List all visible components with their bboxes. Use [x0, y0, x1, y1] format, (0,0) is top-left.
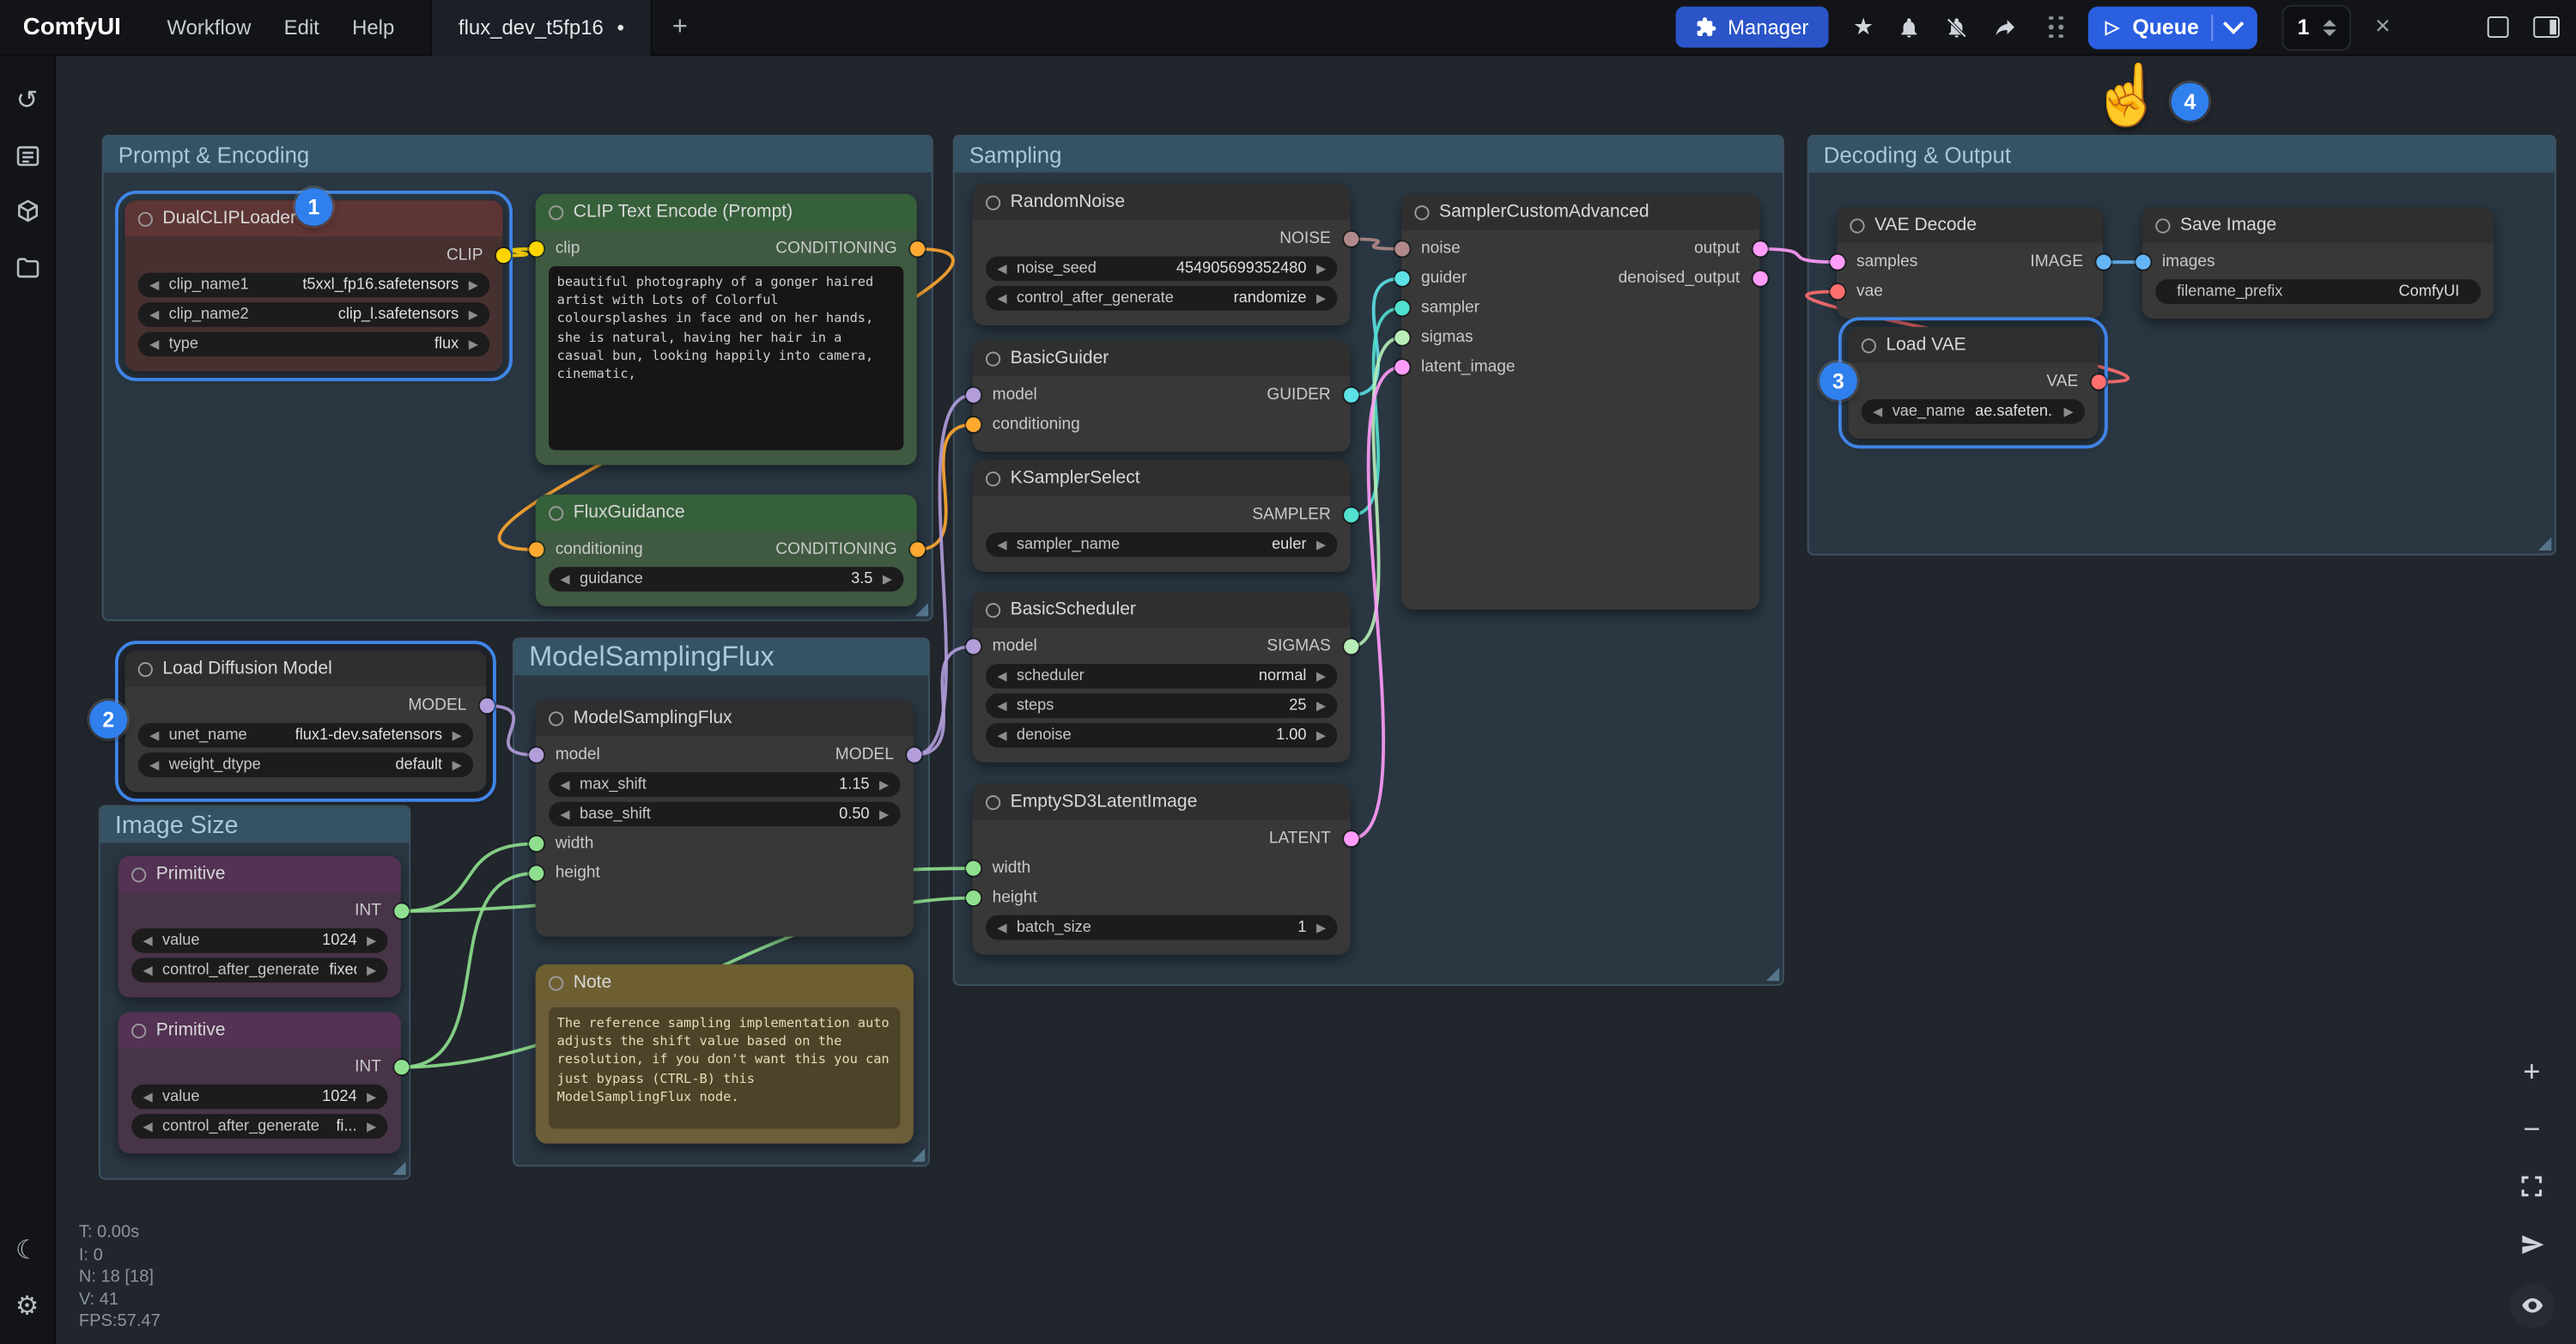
toggle-visibility-button[interactable]	[2510, 1283, 2555, 1328]
play-icon: ▷	[2105, 16, 2119, 38]
stat-nodes: N: 18 [18]	[79, 1267, 161, 1289]
stat-time: T: 0.00s	[79, 1222, 161, 1244]
workflow-tab[interactable]: flux_dev_t5fp16 ●	[430, 0, 653, 55]
bell-icon[interactable]	[1899, 15, 1922, 39]
bell-off-icon[interactable]	[1946, 15, 1969, 39]
star-icon[interactable]: ★	[1853, 13, 1874, 41]
annotation-layer: 1 2 3 4☝	[0, 0, 2576, 1344]
perf-stats: T: 0.00s I: 0 N: 18 [18] V: 41 FPS:57.47	[79, 1222, 161, 1333]
comfyui-app: Prompt & EncodingSamplingDecoding & Outp…	[0, 0, 2576, 1344]
puzzle-icon	[1695, 16, 1716, 38]
workflow-history-icon[interactable]: ↺	[0, 72, 55, 128]
top-menubar: ComfyUI Workflow Edit Help flux_dev_t5fp…	[0, 0, 2576, 56]
chevron-down-icon[interactable]	[2224, 14, 2245, 34]
paper-plane-icon	[2519, 1231, 2544, 1256]
stop-icon[interactable]	[2488, 16, 2509, 38]
step-badge-1: 1	[295, 188, 332, 226]
panel-toggle-icon[interactable]	[2533, 16, 2560, 38]
queue-count-value: 1	[2298, 15, 2310, 40]
queue-label: Queue	[2132, 15, 2198, 40]
model-library-icon[interactable]	[0, 184, 55, 240]
step-badge-2: 2	[89, 701, 127, 739]
left-sidebar: ↺ ☾ ⚙	[0, 56, 56, 1344]
menu-edit[interactable]: Edit	[284, 15, 319, 39]
queue-button-divider	[2212, 14, 2214, 40]
menu-help[interactable]: Help	[352, 15, 394, 39]
stat-fps: FPS:57.47	[79, 1311, 161, 1334]
manager-button[interactable]: Manager	[1675, 7, 1829, 48]
workflows-folder-icon[interactable]	[0, 240, 55, 295]
fit-view-icon	[2518, 1173, 2545, 1200]
settings-gear-icon[interactable]: ⚙	[0, 1279, 55, 1335]
drag-handle-icon[interactable]	[2050, 16, 2064, 39]
canvas-controls: + −	[2504, 1053, 2560, 1328]
share-icon[interactable]	[1994, 15, 2019, 40]
clear-queue-icon[interactable]: ×	[2375, 12, 2391, 41]
fit-view-button[interactable]	[2513, 1168, 2549, 1204]
zoom-out-button[interactable]: −	[2513, 1110, 2549, 1146]
send-button[interactable]	[2513, 1225, 2549, 1262]
theme-toggle-icon[interactable]: ☾	[0, 1222, 55, 1278]
menu-workflow[interactable]: Workflow	[167, 15, 251, 39]
pointing-hand-icon: ☝	[2091, 61, 2165, 130]
queue-history-icon[interactable]	[0, 128, 55, 184]
step-badge-4: 4	[2171, 83, 2208, 121]
eye-icon	[2519, 1293, 2544, 1318]
manager-label: Manager	[1728, 15, 1808, 39]
stat-version: V: 41	[79, 1289, 161, 1311]
queue-count-stepper[interactable]: 1	[2282, 4, 2350, 51]
step-badge-3: 3	[1820, 362, 1857, 400]
unsaved-indicator-dot: ●	[617, 20, 624, 34]
stepper-carets[interactable]	[2323, 19, 2336, 35]
stat-iterations: I: 0	[79, 1244, 161, 1267]
queue-button[interactable]: ▷ Queue	[2089, 6, 2258, 49]
new-workflow-button[interactable]: +	[672, 12, 688, 41]
topbar-right-cluster: Manager ★ ▷ Queue 1 ×	[1675, 4, 2560, 51]
zoom-in-button[interactable]: +	[2513, 1053, 2549, 1089]
workflow-tab-label: flux_dev_t5fp16	[459, 15, 604, 39]
app-logo[interactable]: ComfyUI	[23, 14, 121, 40]
